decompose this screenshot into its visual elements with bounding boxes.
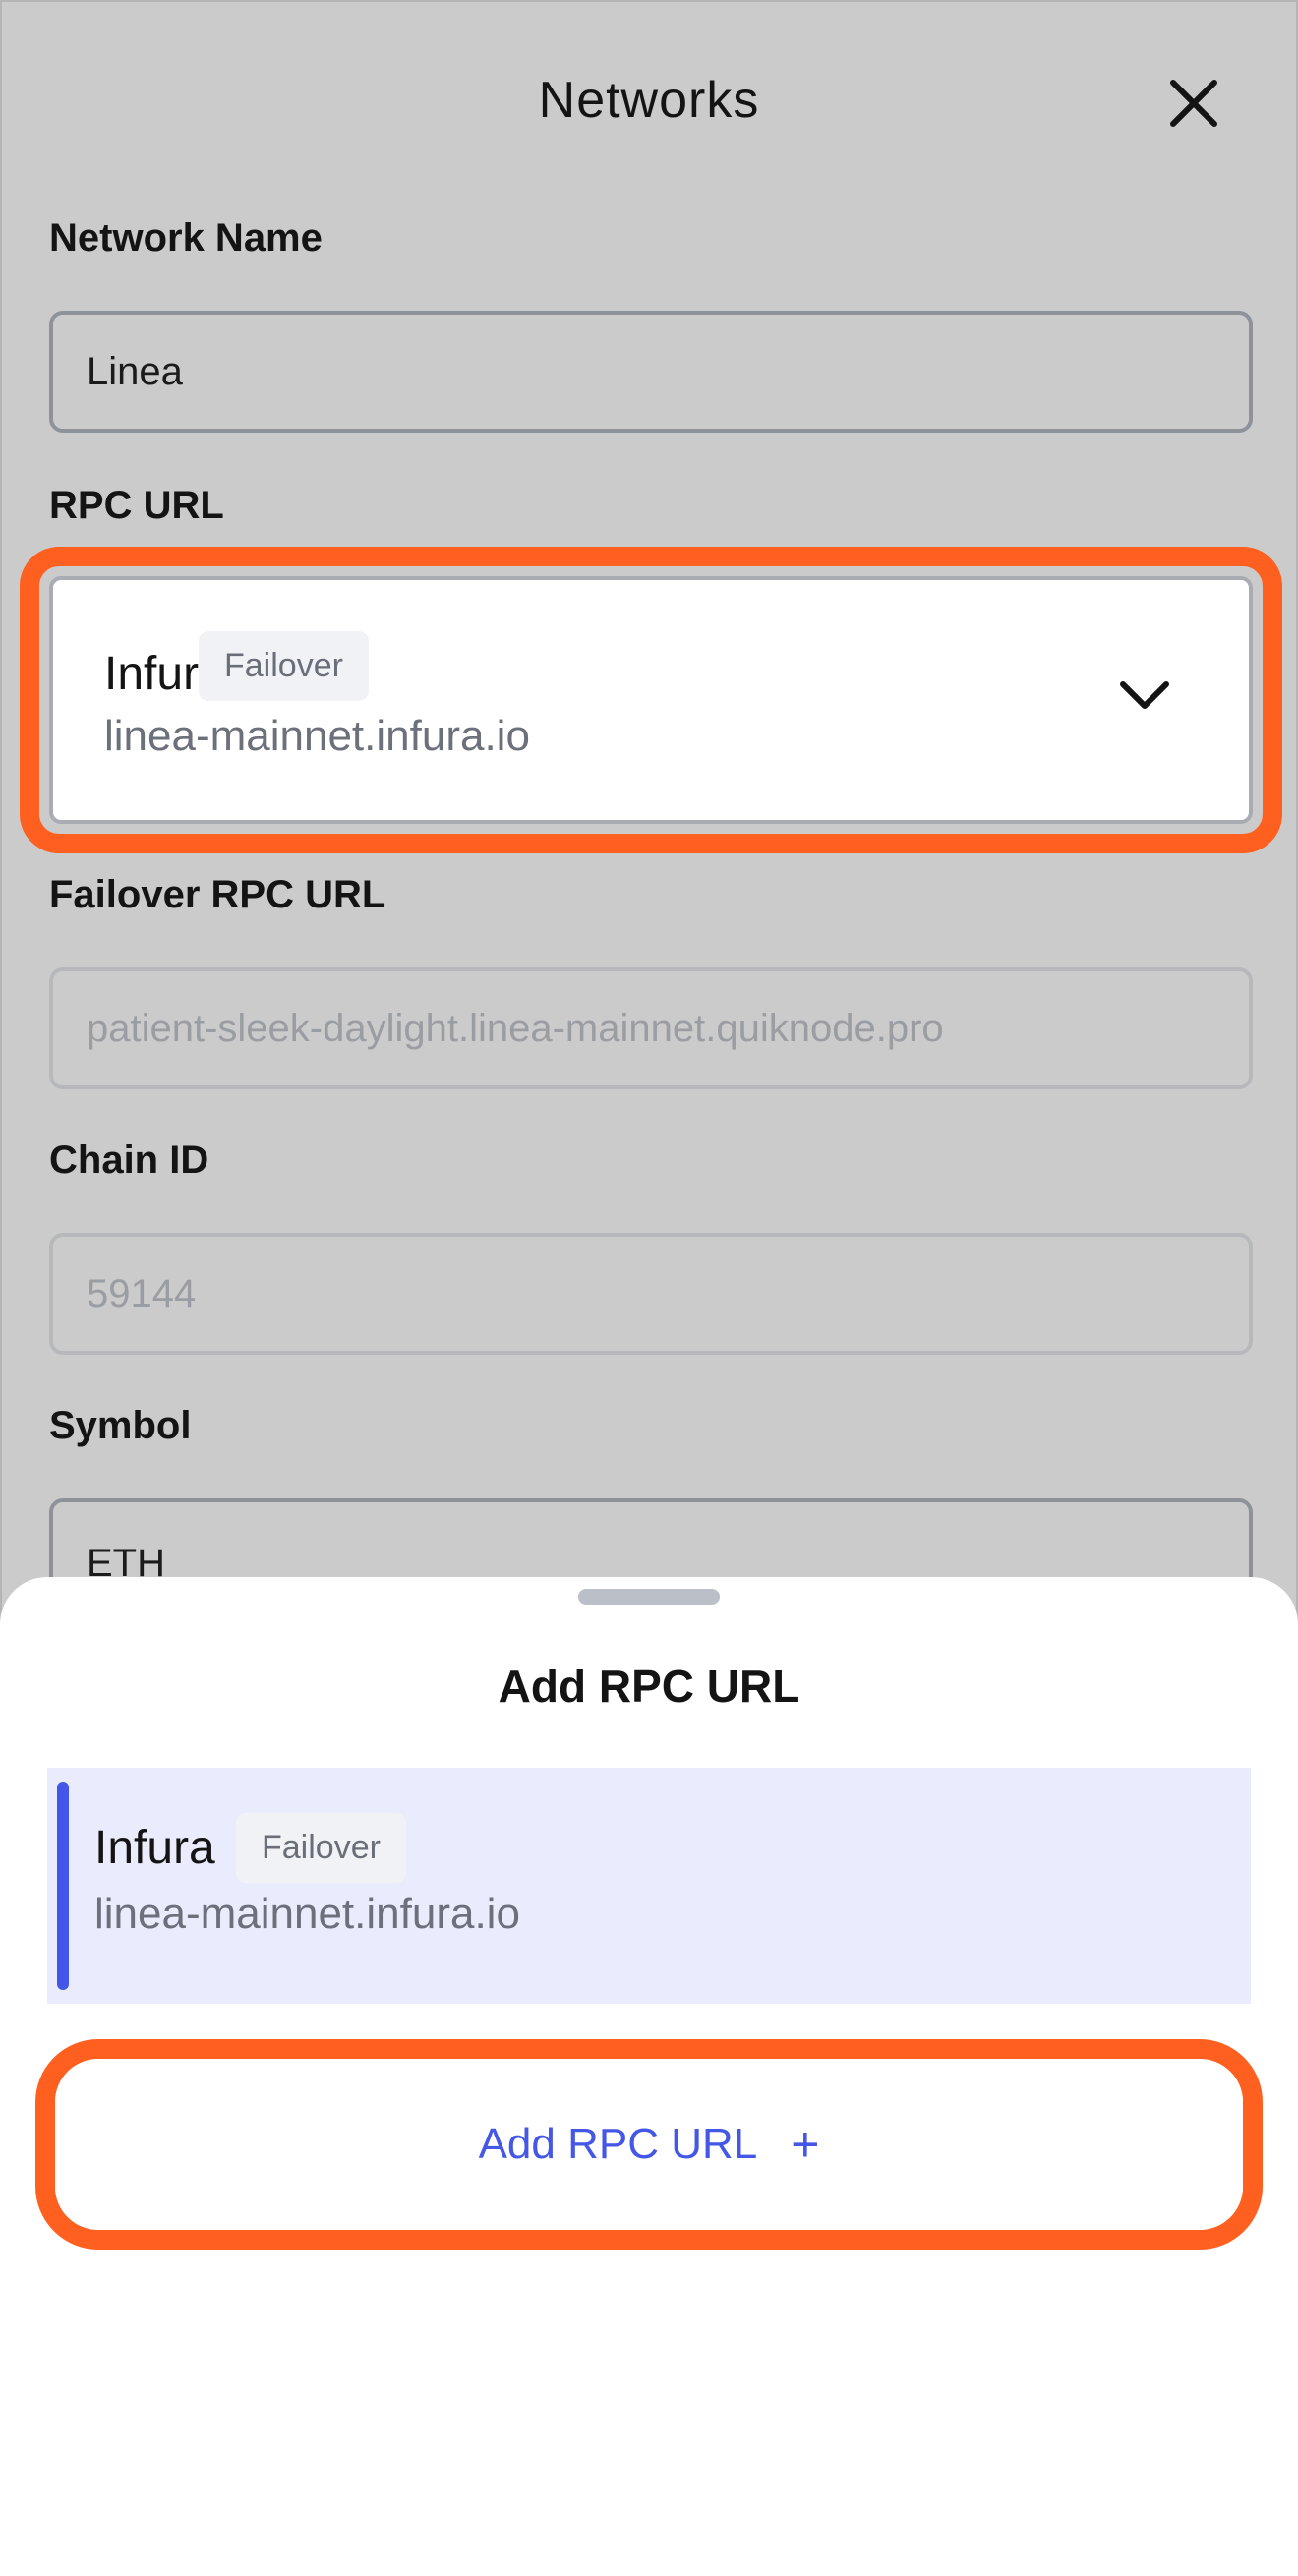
close-button[interactable] bbox=[1164, 79, 1223, 132]
rpc-list-item[interactable]: Infura Failover linea-mainnet.infura.io bbox=[47, 1768, 1251, 2004]
rpc-item-name: Infura bbox=[94, 1822, 215, 1874]
failover-rpc-url-input: patient-sleek-daylight.linea-mainnet.qui… bbox=[49, 967, 1253, 1089]
failover-badge: Failover bbox=[199, 631, 369, 701]
add-rpc-url-label: Add RPC URL bbox=[478, 2120, 758, 2168]
chain-id-value: 59144 bbox=[87, 1271, 197, 1316]
sheet-title: Add RPC URL bbox=[498, 1661, 800, 1712]
sheet-drag-handle[interactable] bbox=[578, 1589, 720, 1605]
rpc-url-value: linea-mainnet.infura.io bbox=[104, 712, 530, 760]
selected-indicator bbox=[57, 1782, 69, 1990]
close-icon bbox=[1170, 80, 1217, 127]
page-title: Networks bbox=[538, 72, 760, 129]
symbol-label: Symbol bbox=[49, 1404, 192, 1447]
failover-rpc-url-label: Failover RPC URL bbox=[49, 873, 386, 916]
chain-id-label: Chain ID bbox=[49, 1139, 209, 1182]
network-name-input[interactable]: Linea bbox=[49, 311, 1253, 433]
failover-rpc-url-value: patient-sleek-daylight.linea-mainnet.qui… bbox=[87, 1006, 944, 1050]
rpc-item-url: linea-mainnet.infura.io bbox=[94, 1890, 520, 1938]
rpc-url-label: RPC URL bbox=[49, 484, 224, 527]
add-rpc-url-button[interactable]: Add RPC URL + bbox=[55, 2059, 1243, 2230]
network-name-label: Network Name bbox=[49, 216, 323, 260]
failover-badge: Failover bbox=[236, 1813, 406, 1883]
plus-icon: + bbox=[791, 2117, 820, 2172]
network-name-value: Linea bbox=[87, 349, 183, 393]
chain-id-input: 59144 bbox=[49, 1233, 1253, 1355]
chevron-down-icon bbox=[1120, 681, 1169, 709]
rpc-url-dropdown[interactable]: Infura Failover linea-mainnet.infura.io bbox=[49, 576, 1253, 824]
